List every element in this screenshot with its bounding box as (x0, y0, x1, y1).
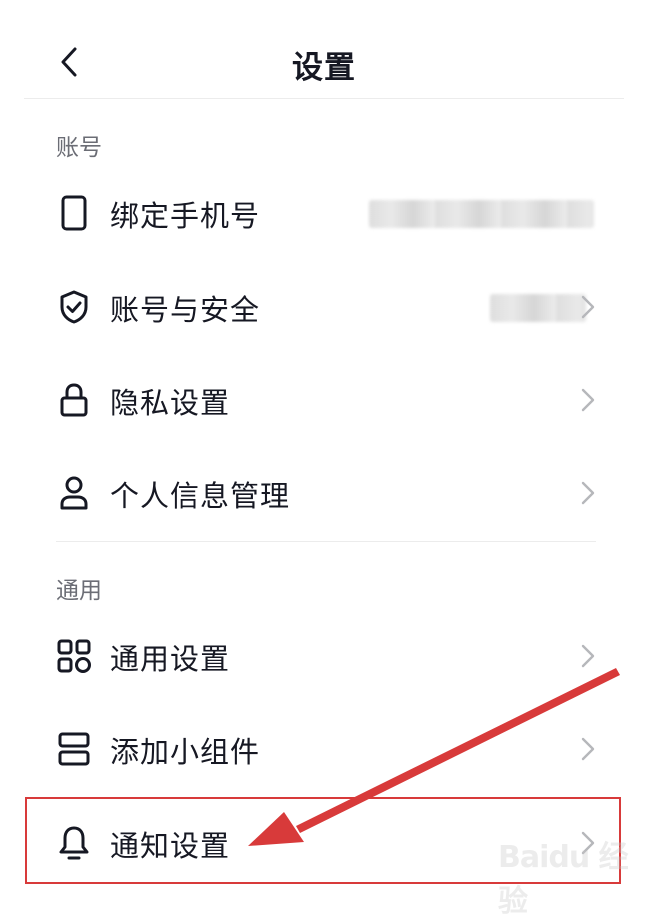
row-label: 添加小组件 (110, 735, 261, 769)
row-general-settings[interactable]: 通用设置 (24, 610, 624, 702)
row-privacy-settings[interactable]: 隐私设置 (24, 354, 624, 446)
chevron-right-icon (581, 644, 595, 668)
nav-header: 设置 (24, 22, 624, 99)
watermark-logo: Baidu 经验 (498, 840, 629, 919)
account-value-blurred (490, 294, 586, 322)
bell-icon (56, 824, 92, 862)
row-label: 隐私设置 (110, 386, 231, 420)
row-label: 绑定手机号 (110, 199, 261, 233)
section-divider (56, 541, 596, 542)
phone-icon (56, 194, 92, 232)
chevron-right-icon (581, 295, 595, 319)
chevron-right-icon (581, 388, 595, 412)
grid-icon (56, 637, 92, 675)
lock-icon (56, 381, 92, 419)
section-title-general: 通用 (56, 578, 102, 604)
page-title: 设置 (292, 50, 356, 86)
chevron-right-icon (581, 737, 595, 761)
user-icon (56, 474, 92, 512)
row-bind-phone[interactable]: 绑定手机号 (24, 167, 624, 259)
settings-screen: 设置 账号 绑定手机号 账号与安全 隐私设置 个人信息管理 通用 通用设置 添加… (0, 0, 647, 919)
widget-icon (56, 730, 92, 768)
row-label: 通用设置 (110, 642, 231, 676)
row-label: 个人信息管理 (110, 479, 291, 513)
phone-number-value-blurred (369, 200, 594, 228)
row-add-widget[interactable]: 添加小组件 (24, 703, 624, 795)
section-title-account: 账号 (56, 135, 102, 161)
row-label: 账号与安全 (110, 293, 261, 327)
chevron-right-icon (581, 481, 595, 505)
row-label: 通知设置 (110, 829, 231, 863)
row-personal-info[interactable]: 个人信息管理 (24, 447, 624, 539)
shield-check-icon (56, 288, 92, 326)
row-account-security[interactable]: 账号与安全 (24, 261, 624, 353)
